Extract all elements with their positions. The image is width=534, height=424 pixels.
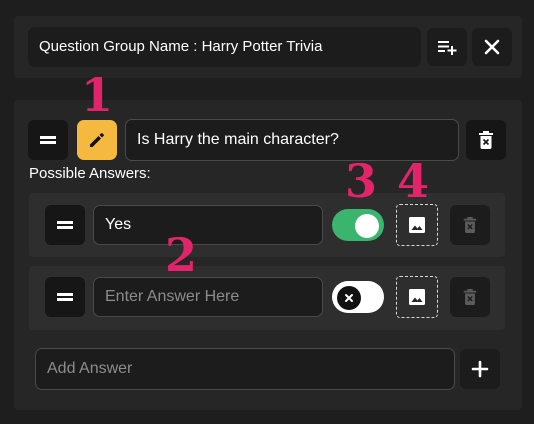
- plus-icon: [471, 360, 489, 378]
- annotation-marker-2: 2: [165, 228, 198, 282]
- possible-answers-label: Possible Answers:: [29, 165, 151, 182]
- answer-drag-handle[interactable]: [45, 205, 85, 245]
- add-image-button[interactable]: [396, 276, 438, 318]
- close-button[interactable]: [472, 28, 512, 66]
- question-drag-handle[interactable]: [28, 120, 68, 160]
- correct-answer-toggle[interactable]: [332, 209, 384, 241]
- edit-question-button[interactable]: [77, 120, 117, 160]
- correct-answer-toggle[interactable]: [332, 281, 384, 313]
- annotation-marker-1: 1: [81, 68, 114, 122]
- add-question-button[interactable]: [427, 28, 467, 66]
- image-icon: [409, 217, 425, 233]
- toggle-knob: [337, 286, 361, 310]
- answer-drag-handle[interactable]: [45, 277, 85, 317]
- answer-input[interactable]: Yes: [93, 205, 323, 245]
- trash-icon: [463, 217, 477, 233]
- add-image-button[interactable]: [396, 204, 438, 246]
- trash-icon: [479, 131, 493, 149]
- annotation-marker-4: 4: [397, 154, 430, 208]
- delete-question-button[interactable]: [466, 120, 506, 160]
- pencil-icon: [90, 133, 104, 147]
- drag-handle-icon: [57, 221, 73, 229]
- annotation-marker-3: 3: [345, 154, 378, 208]
- group-name-field[interactable]: Question Group Name : Harry Potter Trivi…: [28, 27, 421, 67]
- playlist-add-icon: [438, 41, 457, 55]
- answer-input[interactable]: Enter Answer Here: [93, 277, 323, 317]
- image-icon: [409, 289, 425, 305]
- trash-icon: [463, 289, 477, 305]
- drag-handle-icon: [57, 293, 73, 301]
- add-answer-input[interactable]: Add Answer: [35, 348, 455, 390]
- drag-handle-icon: [40, 136, 56, 144]
- close-icon: [484, 39, 500, 55]
- close-icon: [345, 294, 353, 302]
- add-answer-button[interactable]: [460, 349, 500, 389]
- toggle-knob: [355, 214, 379, 238]
- delete-answer-button[interactable]: [450, 205, 490, 245]
- delete-answer-button[interactable]: [450, 277, 490, 317]
